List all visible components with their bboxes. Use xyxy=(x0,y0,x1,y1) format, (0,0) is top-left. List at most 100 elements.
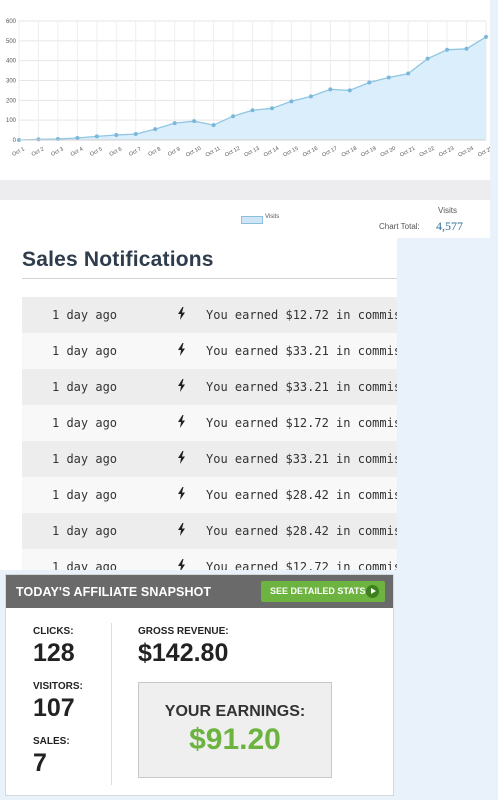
sales-notifications-section: Sales Notifications 1 day ago You earned … xyxy=(0,238,397,570)
see-detailed-stats-label: SEE DETAILED STATS xyxy=(270,586,366,596)
clicks-value: 128 xyxy=(33,639,75,667)
your-earnings-box: YOUR EARNINGS: $91.20 xyxy=(138,682,332,778)
data-point xyxy=(445,47,450,52)
data-point xyxy=(94,134,99,139)
x-tick-label: Oct 21 xyxy=(399,146,416,159)
sale-time: 1 day ago xyxy=(52,488,118,502)
x-tick-label: Oct 25 xyxy=(477,146,490,159)
x-tick-label: Oct 18 xyxy=(341,146,358,159)
bolt-icon xyxy=(177,451,186,468)
play-circle-icon xyxy=(366,585,379,598)
bolt-icon xyxy=(177,487,186,504)
x-tick-label: Oct 5 xyxy=(89,146,103,157)
your-earnings-value: $91.20 xyxy=(189,723,281,756)
y-tick-label: 100 xyxy=(6,118,17,124)
see-detailed-stats-button[interactable]: SEE DETAILED STATS xyxy=(261,581,385,602)
sales-notification-row[interactable]: 1 day ago You earned $28.42 in commission xyxy=(22,477,397,513)
sale-message: You earned $33.21 in commission xyxy=(206,380,397,394)
snapshot-header: TODAY'S AFFILIATE SNAPSHOT SEE DETAILED … xyxy=(6,575,393,608)
your-earnings-label: YOUR EARNINGS: xyxy=(164,703,306,720)
x-tick-label: Oct 4 xyxy=(70,146,84,157)
bolt-icon xyxy=(177,379,186,396)
visits-chart-panel: 0 100 200 300 400 500 600 Oct 1 Oct 2 Oct 3 Oct 4 O… xyxy=(0,0,490,180)
x-tick-label: Oct 20 xyxy=(380,146,397,159)
x-tick-label: Oct 13 xyxy=(243,146,260,159)
sale-message: You earned $33.21 in commission xyxy=(206,344,397,358)
sale-message: You earned $12.72 in commission xyxy=(206,416,397,430)
sale-message: You earned $12.72 in commission xyxy=(206,560,397,570)
x-tick-label: Oct 16 xyxy=(302,146,319,159)
sales-notifications-list[interactable]: 1 day ago You earned $12.72 in commission… xyxy=(22,297,397,570)
data-point xyxy=(269,106,274,111)
x-tick-label: Oct 12 xyxy=(224,146,241,159)
bolt-icon xyxy=(177,523,186,540)
sales-notification-row[interactable]: 1 day ago You earned $33.21 in commission xyxy=(22,333,397,369)
sales-notification-row[interactable]: 1 day ago You earned $12.72 in commission xyxy=(22,297,397,333)
data-point xyxy=(114,133,119,138)
x-tick-label: Oct 6 xyxy=(109,146,123,157)
data-point xyxy=(484,34,488,39)
y-tick-label: 500 xyxy=(6,39,17,45)
data-point xyxy=(231,114,236,119)
sales-notification-row[interactable]: 1 day ago You earned $28.42 in commission xyxy=(22,513,397,549)
bolt-icon xyxy=(177,559,186,570)
sales-notifications-title: Sales Notifications xyxy=(22,248,214,271)
x-tick-label: Oct 15 xyxy=(282,146,299,159)
y-tick-label: 300 xyxy=(6,79,17,85)
x-tick-label: Oct 11 xyxy=(205,146,222,159)
sale-time: 1 day ago xyxy=(52,380,118,394)
x-tick-label: Oct 22 xyxy=(419,146,436,159)
sale-time: 1 day ago xyxy=(52,308,118,322)
data-point xyxy=(308,94,313,99)
x-tick-label: Oct 2 xyxy=(31,146,45,157)
legend-label-visits[interactable]: Visits xyxy=(265,214,279,220)
data-point xyxy=(425,56,430,61)
snapshot-divider xyxy=(111,623,112,785)
sales-label: SALES: xyxy=(33,736,70,747)
gross-revenue-label: GROSS REVENUE: xyxy=(138,626,229,637)
x-tick-label: Oct 7 xyxy=(128,146,142,157)
data-point xyxy=(328,87,333,92)
x-tick-label: Oct 24 xyxy=(458,146,475,159)
x-tick-label: Oct 8 xyxy=(148,146,162,157)
visitors-label: VISITORS: xyxy=(33,681,83,692)
data-point xyxy=(75,136,80,141)
gross-revenue-value: $142.80 xyxy=(138,639,229,667)
data-point xyxy=(250,108,255,113)
sales-value: 7 xyxy=(33,749,47,777)
sale-time: 1 day ago xyxy=(52,452,118,466)
legend-swatch-visits[interactable] xyxy=(241,216,263,224)
x-tick-label: Oct 14 xyxy=(263,146,280,159)
sale-time: 1 day ago xyxy=(52,560,118,570)
visits-area-chart: 0 100 200 300 400 500 600 Oct 1 Oct 2 Oct 3 Oct 4 O… xyxy=(6,19,490,159)
bolt-icon xyxy=(177,415,186,432)
sales-title-rule xyxy=(22,278,397,279)
data-point xyxy=(133,132,138,137)
x-tick-label: Oct 9 xyxy=(167,146,181,157)
data-point xyxy=(367,80,372,85)
data-point xyxy=(36,137,41,142)
y-tick-label: 400 xyxy=(6,59,17,65)
x-tick-label: Oct 17 xyxy=(321,146,338,159)
sales-notification-row[interactable]: 1 day ago You earned $33.21 in commission xyxy=(22,369,397,405)
chart-total-label: Chart Total: xyxy=(379,222,420,231)
sales-notification-row[interactable]: 1 day ago You earned $12.72 in commission xyxy=(22,405,397,441)
clicks-label: CLICKS: xyxy=(33,626,74,637)
data-point xyxy=(464,46,469,51)
sale-message: You earned $33.21 in commission xyxy=(206,452,397,466)
chart-divider-strip xyxy=(0,180,490,200)
sales-notification-row[interactable]: 1 day ago You earned $33.21 in commission xyxy=(22,441,397,477)
x-tick-label: Oct 23 xyxy=(438,146,455,159)
sales-notification-row[interactable]: 1 day ago You earned $12.72 in commission xyxy=(22,549,397,570)
sale-time: 1 day ago xyxy=(52,344,118,358)
bolt-icon xyxy=(177,307,186,324)
data-point xyxy=(153,127,158,132)
data-point xyxy=(347,88,352,93)
chart-total-value: 4,577 xyxy=(436,219,463,233)
sale-message: You earned $28.42 in commission xyxy=(206,524,397,538)
data-point xyxy=(406,71,411,76)
visits-caption: Visits xyxy=(438,206,457,215)
x-tick-label: Oct 3 xyxy=(50,146,64,157)
y-tick-label: 0 xyxy=(13,138,17,144)
x-tick-label: Oct 19 xyxy=(360,146,377,159)
